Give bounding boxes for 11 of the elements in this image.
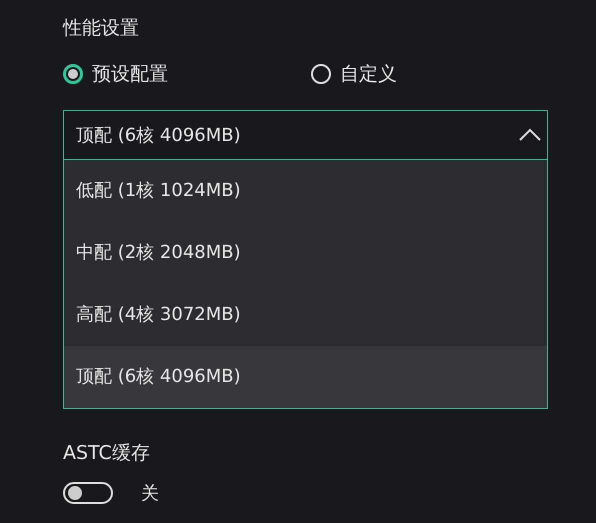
section-title: ASTC缓存	[63, 441, 151, 466]
dropdown-option[interactable]: 中配 (2核 2048MB)	[64, 222, 547, 284]
section-title: 性能设置	[63, 16, 140, 41]
dropdown-option[interactable]: 顶配 (6核 4096MB)	[64, 346, 547, 408]
dropdown-option[interactable]: 高配 (4核 3072MB)	[64, 284, 547, 346]
toggle-label: 关	[141, 482, 159, 505]
toggle-switch[interactable]	[63, 482, 113, 504]
caret-icon	[519, 128, 541, 142]
radio-option[interactable]: 自定义	[311, 61, 559, 87]
radio-option[interactable]: 预设配置	[63, 61, 311, 87]
dropdown-option[interactable]: 低配 (1核 1024MB)	[64, 160, 547, 222]
